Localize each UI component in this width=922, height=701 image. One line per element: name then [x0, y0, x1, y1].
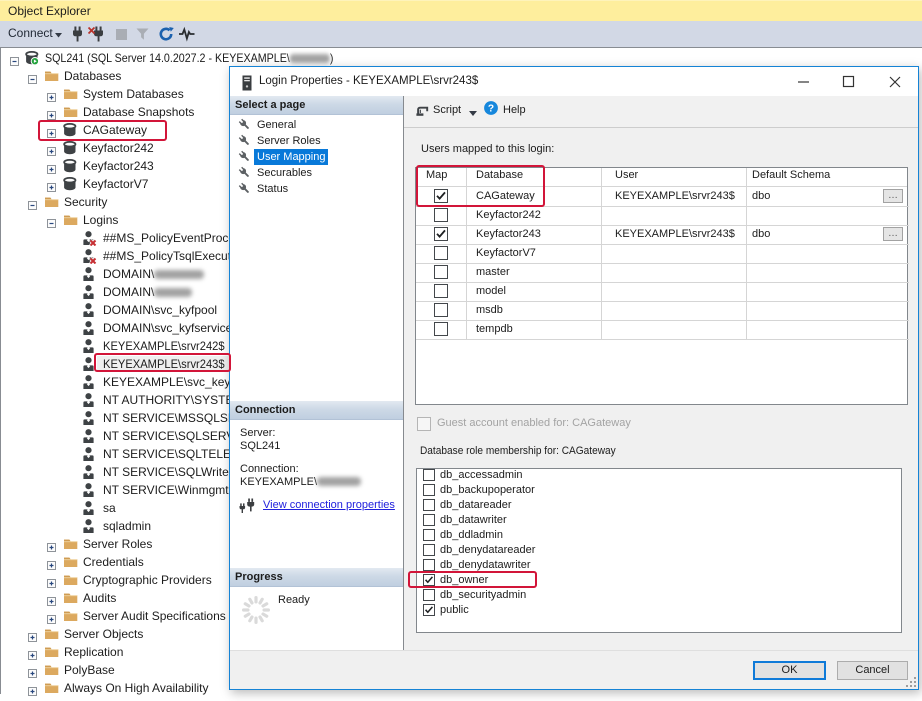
- svg-text:?: ?: [488, 103, 494, 114]
